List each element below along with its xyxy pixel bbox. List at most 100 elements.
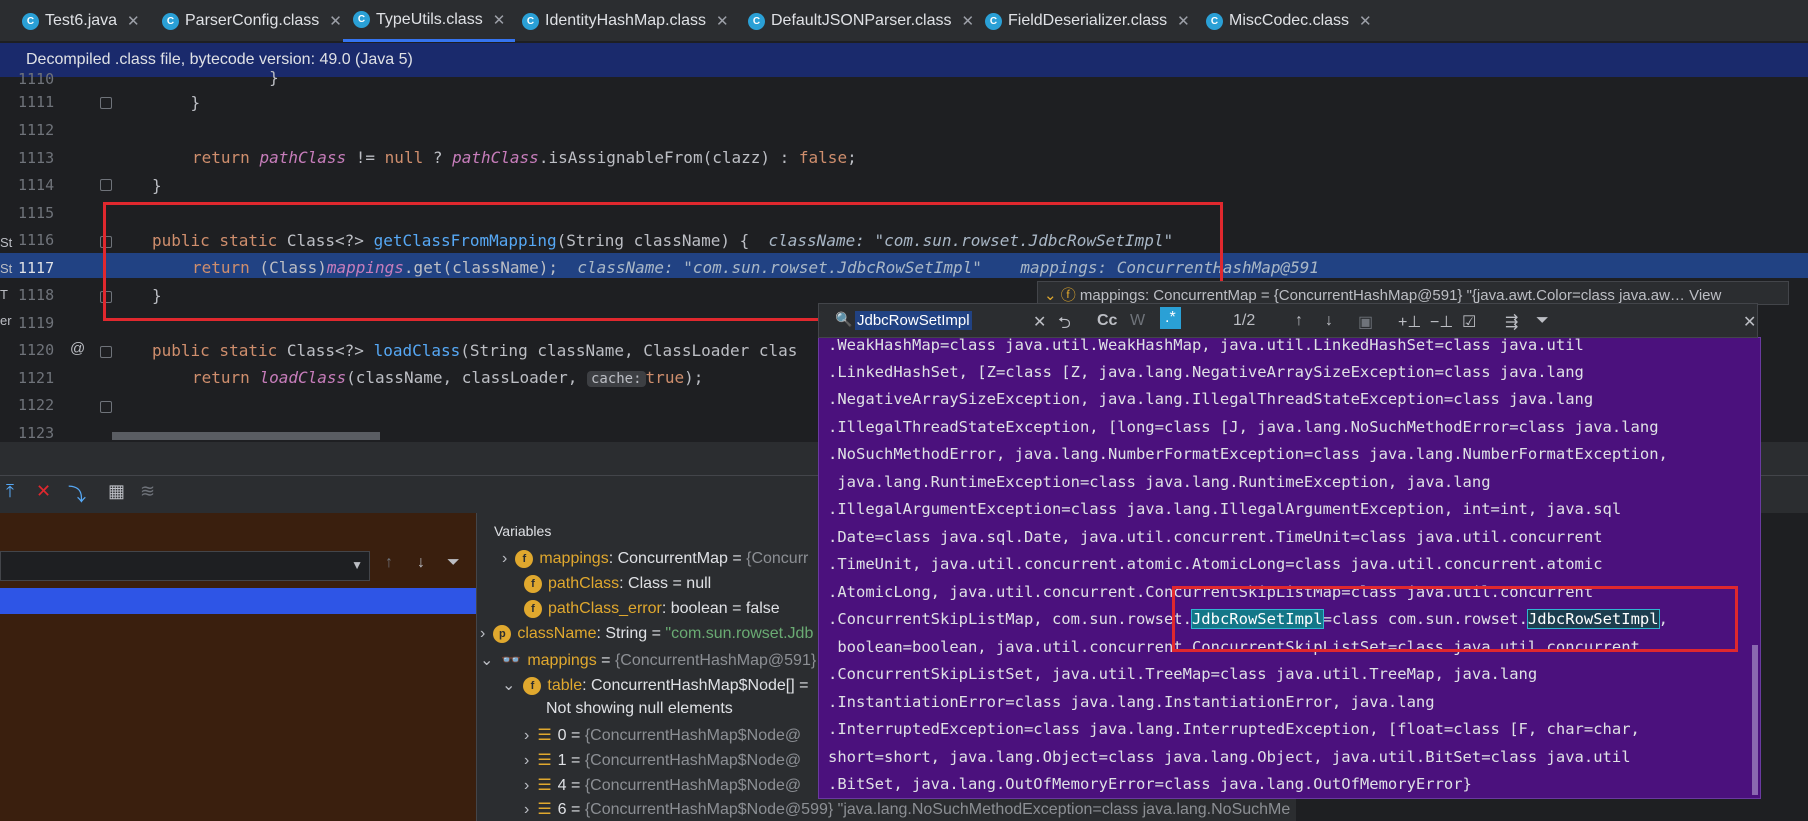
code-line: return loadClass(className, classLoader,… [192,368,704,387]
value-line: .InstantiationError=class java.lang.Inst… [828,693,1435,711]
class-file-icon: C [985,12,1002,30]
fold-icon[interactable] [100,97,112,109]
value-line: .WeakHashMap=class java.util.WeakHashMap… [828,336,1584,354]
line-number: 1122 [18,396,55,414]
side-label: St [0,235,13,250]
variable-row[interactable]: › ☰ 0 = {ConcurrentHashMap$Node@ [524,725,801,745]
code-line: } [152,176,162,195]
array-element-icon: ☰ [537,727,552,744]
horizontal-scrollbar[interactable] [112,432,380,440]
tab-typeutils[interactable]: C TypeUtils.class ✕ [343,0,516,42]
history-icon[interactable]: ⮌ [1058,312,1071,339]
whole-words-toggle[interactable]: W [1130,312,1145,330]
remove-occurrence-icon[interactable]: −⊥ [1430,312,1453,332]
clear-search-icon[interactable]: ✕ [1033,312,1046,332]
chevron-down-icon: ▼ [351,558,363,572]
close-icon[interactable]: ✕ [1177,12,1190,30]
arrow-down-icon[interactable]: ↓ [417,554,425,572]
evaluate-expression-icon[interactable]: ▦ [108,481,125,502]
line-number-current: 1117 [18,259,55,277]
line-number: 1123 [18,424,55,442]
tab-label: DefaultJSONParser.class [771,12,952,29]
drop-frame-icon[interactable]: ✕ [36,481,51,502]
value-line: .TimeUnit, java.util.concurrent.atomic.A… [828,555,1603,573]
funnel-icon[interactable]: ⏷ [1536,312,1549,330]
match-case-toggle[interactable]: Cc [1097,312,1117,330]
tab-label: Test6.java [45,12,118,29]
array-element-icon: ☰ [537,752,552,769]
fold-icon[interactable] [100,346,112,358]
close-icon[interactable]: ✕ [493,11,506,29]
next-match-icon[interactable]: ↓ [1325,312,1333,330]
select-all-icon[interactable]: ▣ [1358,312,1373,332]
thread-selector[interactable]: ▼ [0,551,370,581]
array-element-icon: ☰ [537,801,552,818]
select-all-occurrences-icon[interactable]: ☑ [1462,312,1476,332]
variable-row[interactable]: › p className: String = "com.sun.rowset.Jd… [480,625,813,643]
field-icon: f [523,676,542,695]
chevron-right-icon: › [524,727,530,744]
editor-tab-bar: C Test6.java ✕ C ParserConfig.class ✕ C TypeU… [0,0,1808,42]
value-line: .InterruptedException=class java.lang.In… [828,720,1640,738]
variable-row[interactable]: › ☰ 1 = {ConcurrentHashMap$Node@ [524,750,801,770]
close-icon[interactable]: ✕ [716,12,729,30]
filter-icon[interactable]: ⏷ [447,554,460,572]
variable-row[interactable]: f pathClass_error: boolean = false [524,600,780,618]
tab-identityhashmap[interactable]: C IdentityHashMap.class ✕ [512,0,739,42]
variable-row[interactable]: › f mappings: ConcurrentMap = {Concurr [502,550,808,568]
value-line: .ConcurrentSkipListSet, java.util.TreeMa… [828,665,1538,683]
filter-options-icon[interactable]: ⇶ [1505,312,1518,332]
variable-row[interactable]: › ☰ 4 = {ConcurrentHashMap$Node@ [524,775,801,795]
parameter-icon: p [493,625,512,643]
parameter-hint: cache: [586,371,646,387]
step-out-icon[interactable]: ⤒ [6,481,14,502]
line-number: 1116 [18,231,55,249]
close-icon[interactable]: ✕ [1743,312,1756,332]
trace-icon[interactable]: ≋ [140,481,155,502]
code-line: public static Class<?> loadClass(String … [152,341,798,360]
variable-row[interactable]: › ☰ 6 = {ConcurrentHashMap$Node@599} "java… [524,799,1314,819]
variable-row[interactable]: ⌄ 👓 mappings = {ConcurrentHashMap@591} [480,650,816,670]
close-icon[interactable]: ✕ [127,12,140,30]
regex-toggle[interactable]: .* [1160,307,1181,329]
close-icon[interactable]: ✕ [962,12,975,30]
tab-label: IdentityHashMap.class [545,12,706,29]
field-icon: f [524,575,542,593]
field-icon: f [515,550,534,568]
value-line: .LinkedHashSet, [Z=class [Z, java.lang.N… [828,363,1584,381]
variable-row[interactable]: ⌄ f table: ConcurrentHashMap$Node[] = [502,675,808,695]
chevron-right-icon: › [524,801,530,818]
tab-label: MiscCodec.class [1229,12,1350,29]
fold-icon[interactable] [100,401,112,413]
close-icon[interactable]: ✕ [1359,12,1372,30]
line-number: 1110 [18,70,55,88]
chevron-down-icon: ⌄ [502,677,516,694]
tab-defaultjsonparser[interactable]: C DefaultJSONParser.class ✕ [738,0,984,42]
array-element-icon: ☰ [537,777,552,794]
value-line: .NoSuchMethodError, java.lang.NumberForm… [828,445,1668,463]
class-file-icon: C [1206,12,1223,30]
search-input[interactable]: 🔍 JdbcRowSetImpl [835,307,1050,334]
tab-misccodec[interactable]: C MiscCodec.class ✕ [1196,0,1382,42]
chevron-right-icon: › [524,777,530,794]
tab-test6-java[interactable]: C Test6.java ✕ [12,0,150,42]
close-icon[interactable]: ✕ [329,12,342,30]
selected-frame[interactable] [0,588,476,614]
tab-parserconfig[interactable]: C ParserConfig.class ✕ [152,0,352,42]
arrow-up-icon[interactable]: ↑ [385,554,393,572]
value-popup-header[interactable]: ⌄ ⓕ mappings: ConcurrentMap = {Concurren… [1037,281,1789,305]
code-line: } [152,93,201,112]
tab-fielddeserializer[interactable]: C FieldDeserializer.class ✕ [975,0,1200,42]
variable-row[interactable]: f pathClass: Class = null [524,575,711,593]
add-occurrence-icon[interactable]: +⊥ [1398,312,1421,332]
fold-icon[interactable] [100,179,112,191]
value-line: .BitSet, java.lang.OutOfMemoryError=clas… [828,775,1472,793]
run-to-cursor-icon[interactable]: ⤵ [68,481,86,507]
search-icon: 🔍 [835,311,853,327]
vertical-scrollbar[interactable] [1752,645,1758,795]
previous-match-icon[interactable]: ↑ [1295,312,1303,330]
popup-header-text: mappings: ConcurrentMap = {ConcurrentHas… [1079,287,1722,304]
chevron-down-icon: ⌄ [480,652,494,669]
override-marker[interactable]: @ [70,340,85,357]
tab-label: TypeUtils.class [376,10,483,28]
